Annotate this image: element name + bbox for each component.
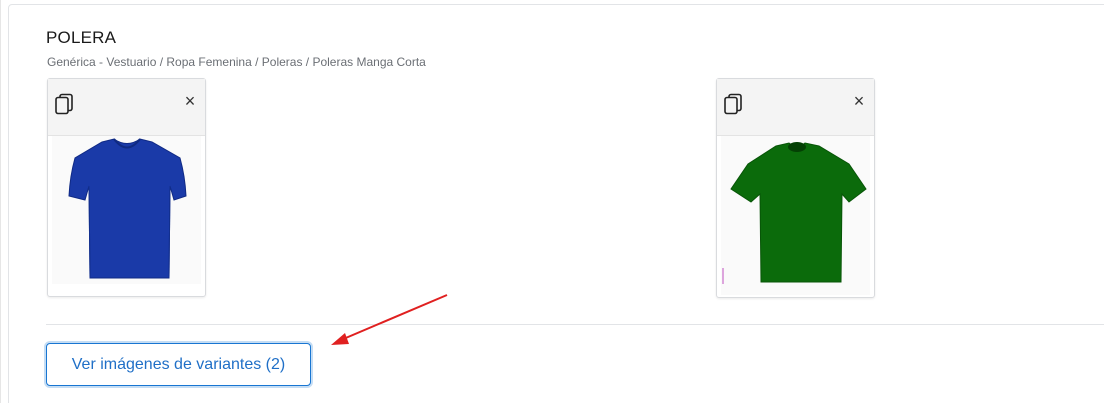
page-left-edge xyxy=(0,0,1,403)
annotation-arrow xyxy=(331,294,448,345)
variant-image-card-blue[interactable]: × xyxy=(47,78,206,297)
close-icon[interactable]: × xyxy=(852,92,866,110)
green-tshirt-image xyxy=(722,142,867,284)
blue-tshirt-image xyxy=(68,138,187,279)
variant-image xyxy=(52,136,201,284)
card-header: × xyxy=(48,79,205,136)
copy-icon[interactable] xyxy=(54,93,74,115)
close-icon[interactable]: × xyxy=(183,92,197,110)
product-title: POLERA xyxy=(46,28,117,47)
section-divider xyxy=(46,324,1104,325)
category-breadcrumb: Genérica - Vestuario / Ropa Femenina / P… xyxy=(47,55,426,69)
card-header: × xyxy=(717,79,874,136)
copy-icon[interactable] xyxy=(723,93,743,115)
variant-image xyxy=(721,136,870,295)
variant-image-card-green[interactable]: × xyxy=(716,78,875,298)
view-variant-images-button[interactable]: Ver imágenes de variantes (2) xyxy=(46,343,311,386)
